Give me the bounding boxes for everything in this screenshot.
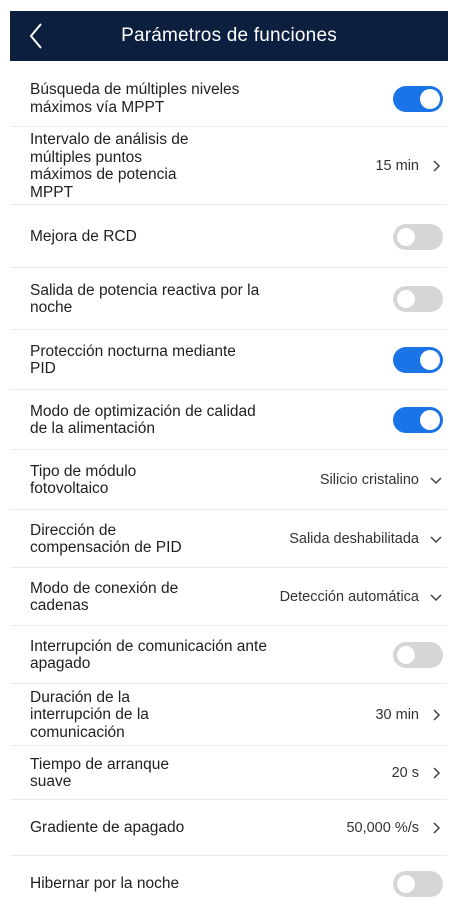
setting-label: Duración de la interrupción de la comuni… (30, 688, 149, 741)
setting-row-pv-module-type[interactable]: Tipo de módulo fotovoltaico Silicio cris… (0, 450, 457, 510)
setting-row-night-reactive: Salida de potencia reactiva por la noche (0, 268, 457, 330)
pid-night-toggle[interactable] (393, 347, 443, 373)
setting-label: Dirección de compensación de PID (30, 521, 182, 557)
setting-row-power-quality: Modo de optimización de calidad de la al… (0, 390, 457, 450)
setting-row-comm-interrupt-duration[interactable]: Duración de la interrupción de la comuni… (0, 684, 457, 746)
setting-value: 15 min (375, 158, 443, 174)
setting-value-text: 50,000 %/s (346, 820, 419, 836)
setting-value-text: 30 min (375, 707, 419, 723)
back-button[interactable] (22, 16, 50, 56)
setting-label: Hibernar por la noche (30, 875, 180, 893)
setting-label: Mejora de RCD (30, 227, 137, 245)
app-header: Parámetros de funciones (10, 11, 448, 61)
setting-row-rcd: Mejora de RCD (0, 205, 457, 268)
setting-value: 30 min (375, 707, 443, 723)
night-reactive-toggle[interactable] (393, 286, 443, 312)
chevron-down-icon (430, 536, 442, 544)
chevron-down-icon (430, 477, 442, 485)
chevron-right-icon (433, 767, 441, 779)
setting-value: 50,000 %/s (346, 820, 443, 836)
chevron-right-icon (433, 160, 441, 172)
chevron-right-icon (433, 822, 441, 834)
night-hibernate-toggle[interactable] (393, 871, 443, 897)
setting-value-text: Detección automática (279, 589, 419, 605)
setting-value-text: Salida deshabilitada (289, 531, 419, 547)
back-chevron-icon (29, 23, 42, 49)
power-quality-toggle[interactable] (393, 407, 443, 433)
setting-label: Tiempo de arranque suave (30, 755, 170, 791)
chevron-down-icon (430, 594, 442, 602)
mppt-multi-peak-toggle[interactable] (393, 85, 443, 112)
setting-row-soft-start[interactable]: Tiempo de arranque suave 20 s (0, 746, 457, 800)
setting-row-mppt-interval[interactable]: Intervalo de análisis de múltiples punto… (0, 127, 457, 205)
setting-value: 20 s (392, 765, 443, 781)
rcd-toggle[interactable] (393, 223, 443, 250)
setting-row-pid-compensation[interactable]: Dirección de compensación de PID Salida … (0, 510, 457, 568)
setting-value-text: Silicio cristalino (319, 472, 419, 488)
setting-label: Búsqueda de múltiples niveles máximos ví… (30, 81, 240, 116)
setting-select[interactable]: Salida deshabilitada (289, 531, 443, 547)
setting-select[interactable]: Detección automática (280, 589, 443, 605)
chevron-right-icon (433, 709, 441, 721)
setting-label: Interrupción de comunicación ante apagad… (30, 637, 267, 673)
setting-label: Modo de optimización de calidad de la al… (30, 402, 256, 438)
setting-row-night-hibernate: Hibernar por la noche (0, 856, 457, 912)
setting-row-comm-interrupt: Interrupción de comunicación ante apagad… (0, 626, 457, 684)
setting-label: Modo de conexión de cadenas (30, 579, 179, 615)
setting-row-shutdown-gradient[interactable]: Gradiente de apagado 50,000 %/s (0, 800, 457, 856)
setting-row-mppt-multi-peak: Búsqueda de múltiples niveles máximos ví… (0, 70, 457, 127)
setting-label: Tipo de módulo fotovoltaico (30, 462, 137, 498)
setting-label: Intervalo de análisis de múltiples punto… (30, 131, 189, 201)
setting-value-text: 20 s (391, 765, 419, 781)
page-title: Parámetros de funciones (121, 25, 337, 46)
setting-select[interactable]: Silicio cristalino (320, 472, 443, 488)
comm-interrupt-toggle[interactable] (393, 642, 443, 668)
setting-row-pid-night: Protección nocturna mediante PID (0, 330, 457, 390)
setting-row-string-connection[interactable]: Modo de conexión de cadenas Detección au… (0, 568, 457, 626)
setting-label: Protección nocturna mediante PID (30, 342, 236, 378)
setting-label: Salida de potencia reactiva por la noche (30, 281, 260, 317)
setting-value-text: 15 min (375, 158, 419, 174)
setting-label: Gradiente de apagado (30, 819, 185, 837)
